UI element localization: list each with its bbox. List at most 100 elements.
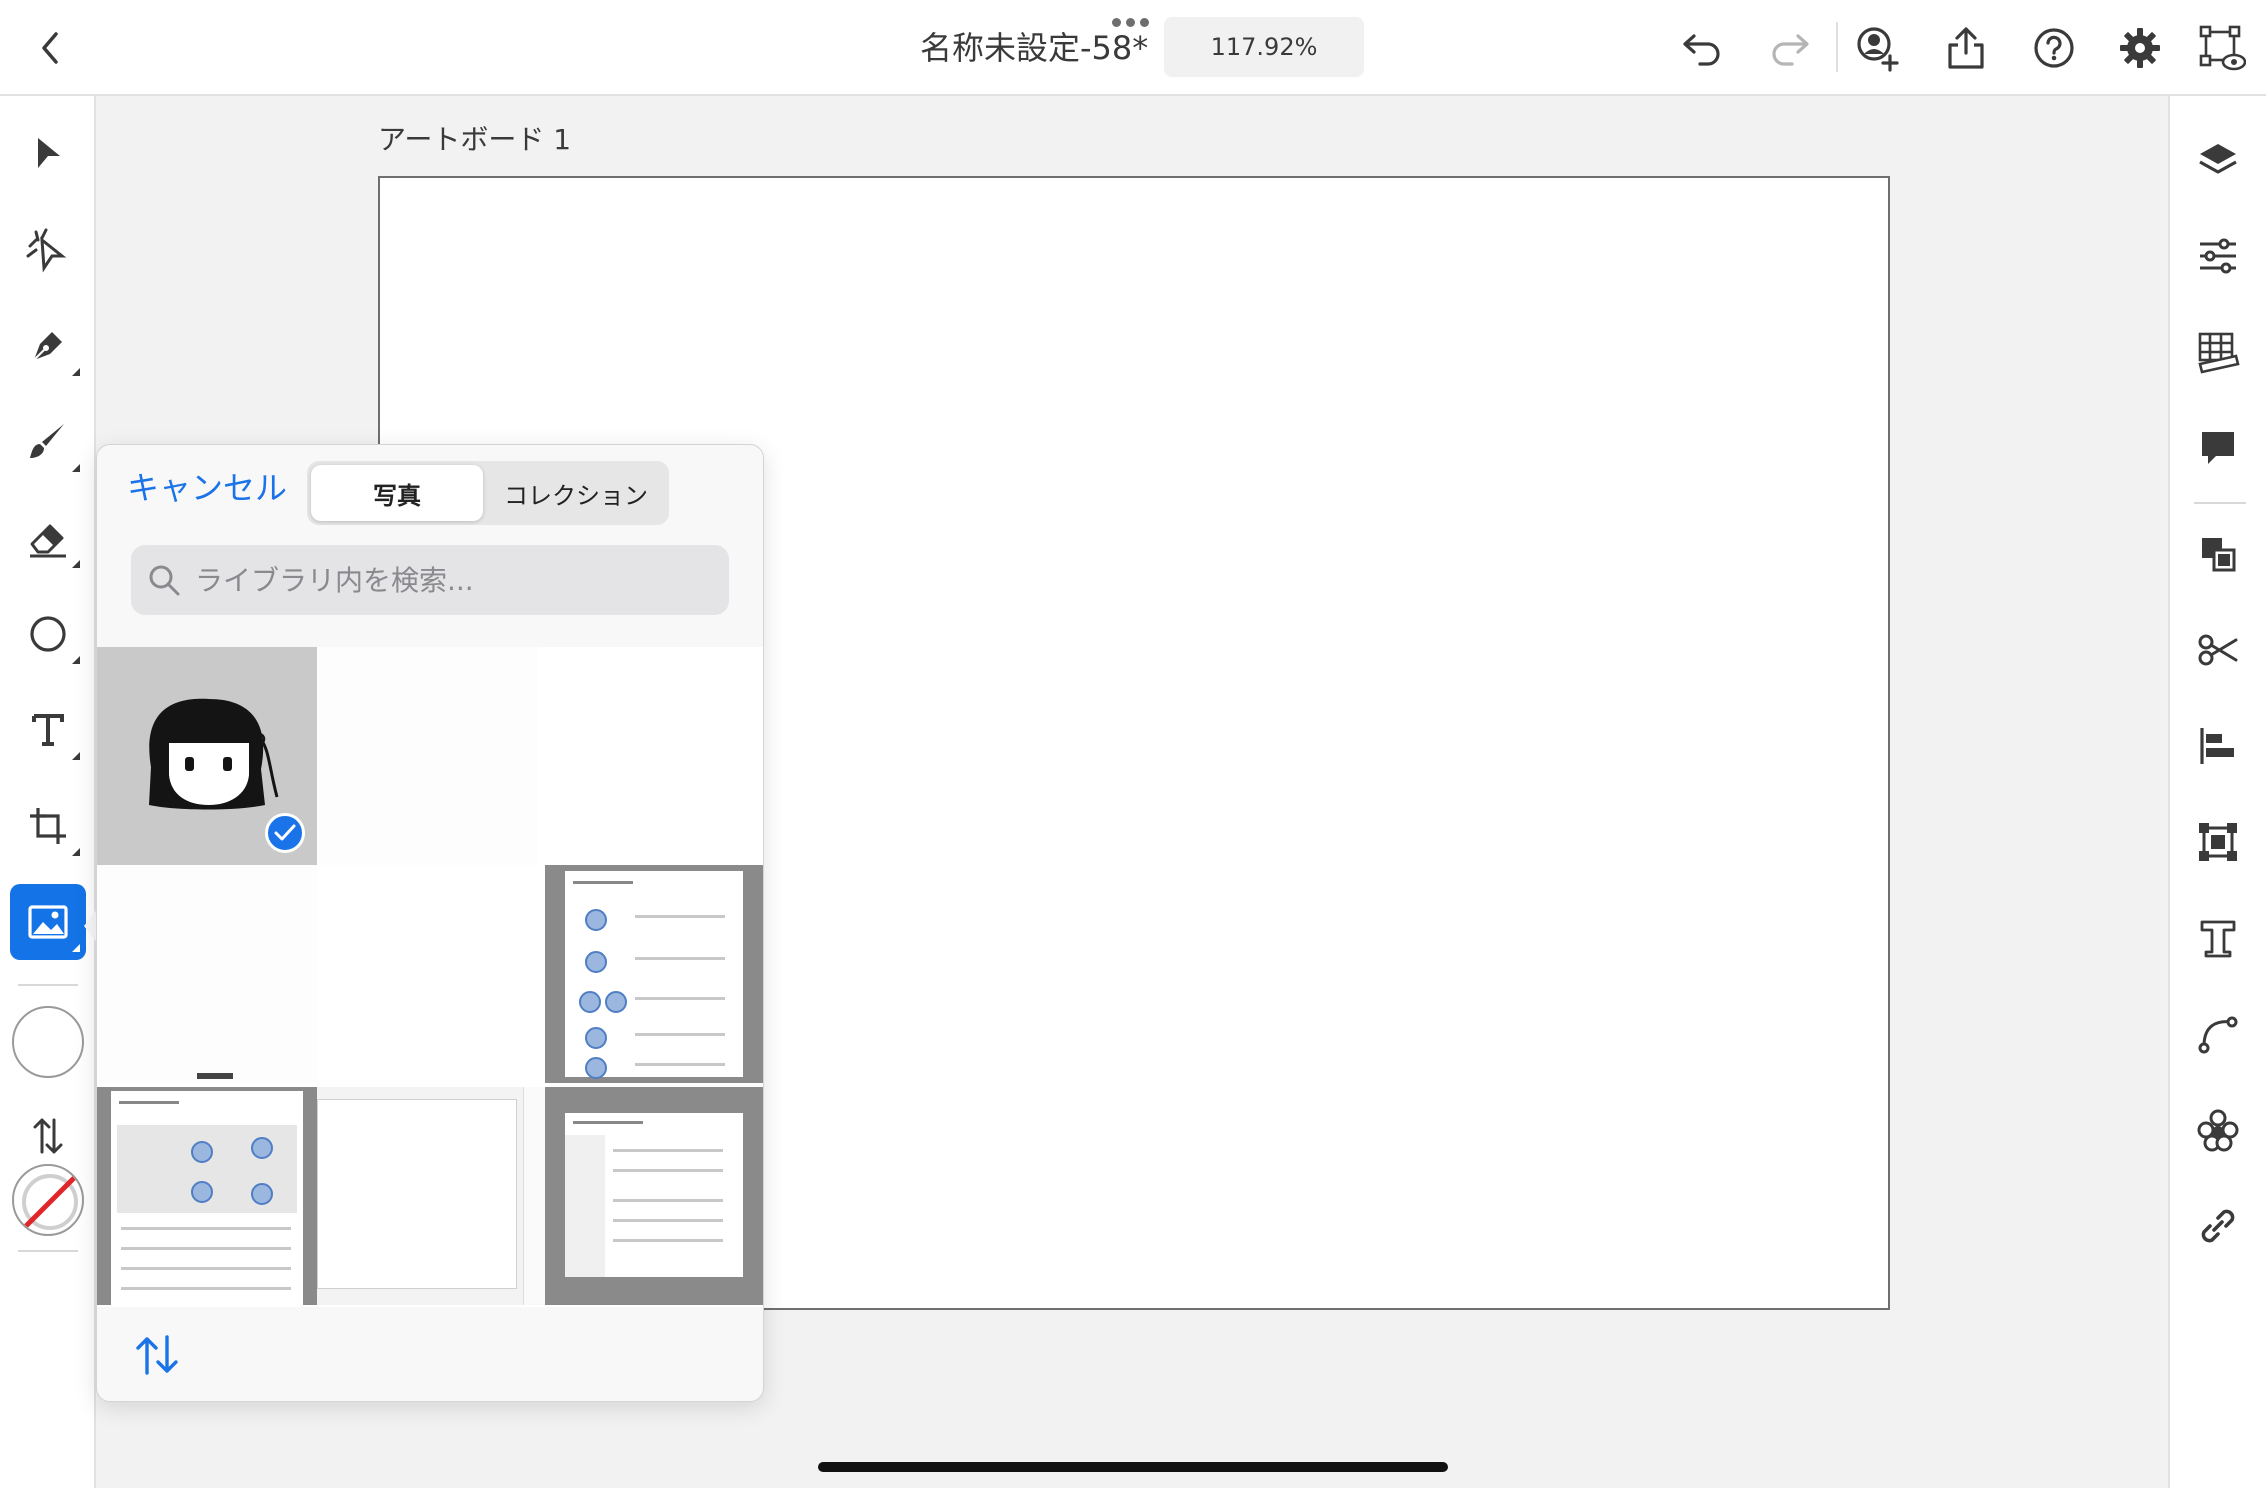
invite-user-icon: [1857, 27, 1899, 72]
comment-icon: [2202, 432, 2234, 464]
path-icon: [2198, 1016, 2238, 1054]
transform-icon: [2199, 823, 2237, 861]
tab-photos[interactable]: 写真: [311, 465, 483, 521]
photo-thumbnail[interactable]: [317, 1087, 545, 1305]
redo-icon: [1772, 34, 1809, 66]
repeat-grid-button[interactable]: [2188, 1100, 2248, 1160]
tool-group-indicator: [72, 464, 80, 472]
arrange-icon: [2202, 538, 2236, 572]
redo-button[interactable]: [1764, 22, 1816, 74]
pen-icon: [33, 332, 62, 361]
align-icon: [2200, 728, 2234, 764]
photo-thumbnail[interactable]: [97, 865, 317, 1083]
scissors-icon: [2198, 634, 2238, 666]
right-toolbar: [2168, 96, 2266, 1488]
settings-button[interactable]: [2114, 22, 2166, 74]
help-icon: [2034, 28, 2074, 68]
cancel-button[interactable]: キャンセル: [127, 465, 287, 511]
toolbar-divider: [2194, 502, 2246, 504]
search-input[interactable]: [195, 545, 715, 615]
grid-button[interactable]: [2188, 322, 2248, 382]
photo-thumbnail-selected[interactable]: [97, 647, 317, 865]
tool-group-indicator: [72, 368, 80, 376]
tool-group-indicator: [72, 944, 80, 952]
app-window: 名称未設定-58* 117.92% アートボード 1 キャンセル 写真 コレクシ…: [0, 0, 2266, 1488]
toolbar-divider: [18, 1250, 78, 1252]
fill-color-swatch[interactable]: [12, 1006, 84, 1078]
link-icon: [2201, 1209, 2235, 1243]
brush-tool[interactable]: [10, 404, 86, 480]
toolbar-divider: [18, 984, 78, 986]
crop-icon: [30, 808, 66, 844]
text-tool[interactable]: [10, 692, 86, 768]
photo-thumbnail[interactable]: [537, 647, 757, 865]
photo-thumbnail[interactable]: [317, 647, 537, 865]
image-tool[interactable]: [10, 884, 86, 960]
invite-user-button[interactable]: [1852, 22, 1904, 74]
repeat-icon: [2197, 1109, 2239, 1152]
swap-arrows-icon: [33, 1118, 63, 1154]
no-color-icon: [20, 1172, 80, 1232]
ellipse-icon: [30, 616, 66, 652]
arrange-button[interactable]: [2188, 524, 2248, 584]
photo-thumbnail[interactable]: [97, 1087, 317, 1305]
grid-ruler-icon: [2198, 332, 2240, 374]
share-button[interactable]: [1940, 22, 1992, 74]
artboard-label[interactable]: アートボード 1: [378, 118, 571, 158]
stroke-color-swatch[interactable]: [12, 1164, 84, 1236]
photo-thumbnail[interactable]: [545, 865, 763, 1083]
settings-icon: [2120, 28, 2160, 68]
type-icon: [2200, 920, 2236, 958]
undo-icon: [1683, 34, 1720, 66]
home-indicator[interactable]: [818, 1462, 1448, 1472]
document-title[interactable]: 名称未設定-58*: [920, 26, 1148, 70]
eraser-tool[interactable]: [10, 500, 86, 576]
direct-select-tool[interactable]: [10, 212, 86, 288]
preview-icon: [2199, 25, 2246, 71]
undo-button[interactable]: [1676, 22, 1728, 74]
photo-picker-popover: キャンセル 写真 コレクション: [96, 444, 764, 1402]
toolbar-divider: [1836, 22, 1838, 72]
photo-thumbnail[interactable]: [317, 865, 537, 1083]
zoom-level[interactable]: 117.92%: [1164, 17, 1364, 77]
left-toolbar: [0, 96, 96, 1488]
library-search: [131, 545, 729, 615]
eraser-icon: [30, 524, 66, 558]
layers-icon: [2199, 144, 2237, 174]
cut-button[interactable]: [2188, 620, 2248, 680]
link-button[interactable]: [2188, 1196, 2248, 1256]
transform-button[interactable]: [2188, 812, 2248, 872]
select-arrow-icon: [38, 138, 60, 168]
shape-tool[interactable]: [10, 596, 86, 672]
preview-button[interactable]: [2196, 22, 2248, 74]
back-button[interactable]: [28, 26, 72, 70]
top-bar: 名称未設定-58* 117.92%: [0, 0, 2266, 96]
select-tool[interactable]: [10, 116, 86, 192]
layers-button[interactable]: [2188, 130, 2248, 190]
tab-collections[interactable]: コレクション: [487, 465, 665, 521]
comments-button[interactable]: [2188, 418, 2248, 478]
image-icon: [28, 905, 68, 939]
properties-button[interactable]: [2188, 226, 2248, 286]
chevron-left-icon: [42, 32, 58, 64]
text-icon: [32, 714, 64, 746]
path-button[interactable]: [2188, 1004, 2248, 1064]
align-button[interactable]: [2188, 716, 2248, 776]
search-icon: [149, 565, 180, 596]
pen-tool[interactable]: [10, 308, 86, 384]
photo-thumbnail[interactable]: [545, 1087, 763, 1305]
source-segmented-control: 写真 コレクション: [307, 461, 669, 525]
photo-grid: [97, 647, 763, 1307]
direct-select-icon: [26, 228, 67, 273]
type-button[interactable]: [2188, 908, 2248, 968]
share-icon: [1948, 27, 1984, 69]
crop-tool[interactable]: [10, 788, 86, 864]
tool-group-indicator: [72, 848, 80, 856]
help-button[interactable]: [2028, 22, 2080, 74]
tool-group-indicator: [72, 656, 80, 664]
sort-toggle-button[interactable]: [127, 1325, 187, 1385]
swap-colors-button[interactable]: [10, 1098, 86, 1174]
tool-group-indicator: [72, 560, 80, 568]
selected-check-icon: [265, 813, 305, 853]
sort-arrows-icon: [136, 1335, 178, 1375]
